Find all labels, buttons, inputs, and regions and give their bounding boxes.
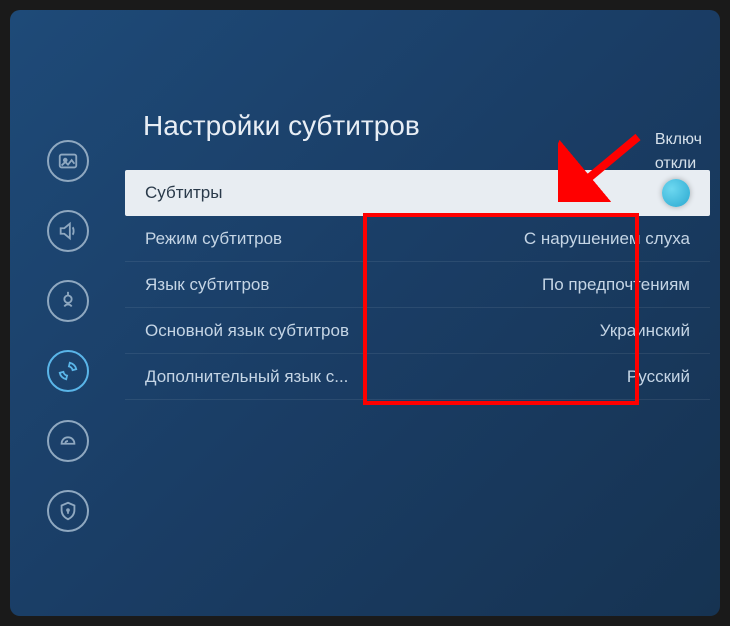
row-label: Режим субтитров (145, 229, 524, 249)
toggle-on-icon[interactable] (662, 179, 690, 207)
broadcast-icon[interactable] (47, 280, 89, 322)
sound-icon[interactable] (47, 210, 89, 252)
subtitles-toggle-row[interactable]: Субтитры (125, 170, 710, 216)
description-line: Включ (655, 128, 702, 152)
row-label: Основной язык субтитров (145, 321, 600, 341)
description-line: откли (655, 152, 702, 176)
subtitle-mode-row[interactable]: Режим субтитров С нарушением слуха (125, 216, 710, 262)
row-label: Язык субтитров (145, 275, 542, 295)
sidebar (10, 110, 125, 616)
page-title: Настройки субтитров (125, 110, 710, 142)
submenu: Режим субтитров С нарушением слуха Язык … (125, 216, 710, 400)
main-panel: Настройки субтитров Субтитры Режим субти… (125, 110, 720, 616)
description-panel: Включ откли (655, 128, 702, 176)
privacy-icon[interactable] (47, 490, 89, 532)
subtitle-language-row[interactable]: Язык субтитров По предпочтениям (125, 262, 710, 308)
row-value: Украинский (600, 321, 690, 341)
content-area: Настройки субтитров Субтитры Режим субти… (10, 10, 720, 616)
tv-settings-screen: Настройки субтитров Субтитры Режим субти… (10, 10, 720, 616)
picture-icon[interactable] (47, 140, 89, 182)
row-value: Русский (627, 367, 690, 387)
secondary-subtitle-language-row[interactable]: Дополнительный язык с... Русский (125, 354, 710, 400)
row-value: По предпочтениям (542, 275, 690, 295)
subtitles-label: Субтитры (145, 183, 662, 203)
primary-subtitle-language-row[interactable]: Основной язык субтитров Украинский (125, 308, 710, 354)
support-icon[interactable] (47, 420, 89, 462)
row-label: Дополнительный язык с... (145, 367, 627, 387)
general-icon[interactable] (47, 350, 89, 392)
row-value: С нарушением слуха (524, 229, 690, 249)
